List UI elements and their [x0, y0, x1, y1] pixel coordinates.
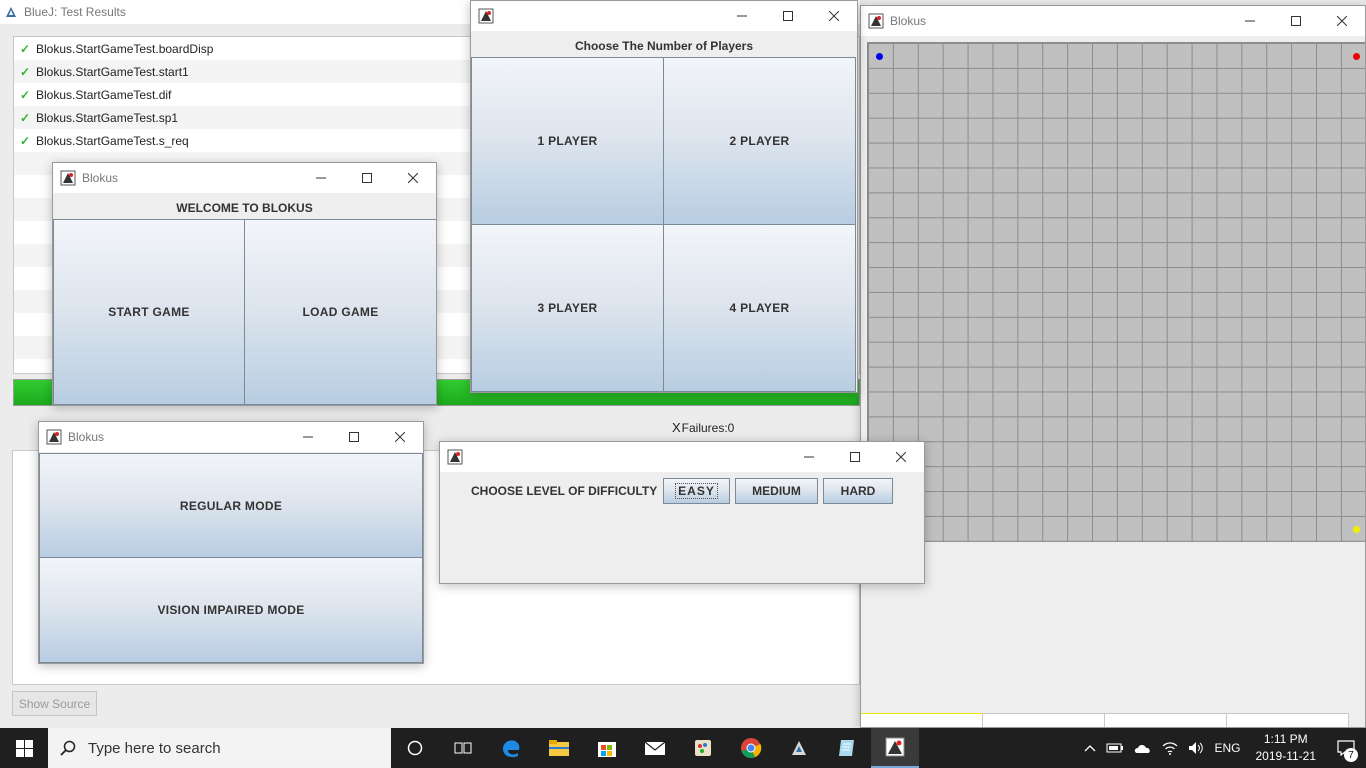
java-app-icon: [447, 449, 463, 465]
pass-check-icon: ✓: [20, 87, 31, 102]
difficulty-window: CHOOSE LEVEL OF DIFFICULTY EASY MEDIUM H…: [439, 441, 925, 584]
paint-icon[interactable]: [679, 728, 727, 768]
four-player-button[interactable]: 4 PLAYER: [663, 224, 856, 392]
pass-check-icon: ✓: [20, 64, 31, 79]
pass-check-icon: ✓: [20, 110, 31, 125]
close-icon[interactable]: [811, 1, 857, 31]
maximize-icon[interactable]: [832, 442, 878, 472]
red-start-corner-icon: [1353, 53, 1360, 60]
language-indicator[interactable]: ENG: [1214, 741, 1240, 755]
java-app-icon: [46, 429, 62, 445]
window-title: Blokus: [68, 430, 105, 444]
maximize-icon[interactable]: [331, 422, 377, 452]
onedrive-icon[interactable]: [1134, 742, 1152, 754]
players-heading: Choose The Number of Players: [574, 39, 754, 53]
minimize-icon[interactable]: [1227, 6, 1273, 36]
medium-button[interactable]: MEDIUM: [735, 478, 818, 504]
welcome-heading: WELCOME TO BLOKUS: [176, 201, 313, 215]
minimize-icon[interactable]: [285, 422, 331, 452]
vision-impaired-mode-button[interactable]: VISION IMPAIRED MODE: [39, 557, 423, 663]
battery-icon[interactable]: [1106, 743, 1124, 753]
blue-start-corner-icon: [876, 53, 883, 60]
notification-badge: 7: [1344, 748, 1358, 762]
failures-count: X Failures:0: [672, 420, 735, 435]
show-source-button[interactable]: Show Source: [12, 691, 97, 716]
minimize-icon[interactable]: [719, 1, 765, 31]
one-player-button[interactable]: 1 PLAYER: [471, 57, 664, 225]
mode-select-window: Blokus REGULAR MODE VISION IMPAIRED MODE: [38, 421, 424, 664]
chrome-icon[interactable]: [727, 728, 775, 768]
windows-start-icon[interactable]: [0, 728, 48, 768]
bluej-window-title: BlueJ: Test Results: [24, 5, 126, 19]
action-center-icon[interactable]: 7: [1326, 728, 1366, 768]
wifi-icon[interactable]: [1162, 741, 1178, 755]
player-panels: [861, 713, 1365, 727]
task-view-icon[interactable]: [439, 728, 487, 768]
player-panel[interactable]: [1227, 713, 1349, 727]
maximize-icon[interactable]: [344, 163, 390, 193]
search-placeholder: Type here to search: [88, 739, 221, 757]
notepad-icon[interactable]: [823, 728, 871, 768]
difficulty-titlebar[interactable]: [440, 442, 924, 472]
chevron-up-icon[interactable]: [1084, 744, 1096, 752]
bluej-app-icon: [4, 5, 18, 19]
clock-date: 2019-11-21: [1255, 749, 1317, 763]
blokus-icon[interactable]: [871, 728, 919, 768]
minimize-icon[interactable]: [298, 163, 344, 193]
difficulty-prompt: CHOOSE LEVEL OF DIFFICULTY: [471, 484, 658, 498]
pass-check-icon: ✓: [20, 41, 31, 56]
window-title: Blokus: [82, 171, 119, 185]
search-icon: [60, 740, 76, 756]
windows-taskbar: Type here to search ENG 1:11 PM 2019-11-…: [0, 728, 1366, 768]
load-game-button[interactable]: LOAD GAME: [244, 219, 436, 405]
blokus-board-window: Blokus: [860, 5, 1366, 728]
java-app-icon: [478, 8, 494, 24]
close-icon[interactable]: [878, 442, 924, 472]
choose-players-window: Choose The Number of Players 1 PLAYER 2 …: [470, 0, 858, 393]
store-icon[interactable]: [583, 728, 631, 768]
three-player-button[interactable]: 3 PLAYER: [471, 224, 664, 392]
player-panel[interactable]: [983, 713, 1105, 727]
system-tray: ENG 1:11 PM 2019-11-21 7: [1079, 728, 1366, 768]
easy-button[interactable]: EASY: [663, 478, 730, 504]
maximize-icon[interactable]: [765, 1, 811, 31]
java-app-icon: [60, 170, 76, 186]
blokus-game-board[interactable]: [867, 42, 1365, 542]
board-titlebar[interactable]: Blokus: [861, 6, 1365, 36]
window-title: Blokus: [890, 14, 927, 28]
file-explorer-icon[interactable]: [535, 728, 583, 768]
players-titlebar[interactable]: [471, 1, 857, 31]
clock[interactable]: 1:11 PM 2019-11-21: [1256, 731, 1317, 765]
taskbar-search-input[interactable]: Type here to search: [48, 728, 391, 768]
two-player-button[interactable]: 2 PLAYER: [663, 57, 856, 225]
volume-icon[interactable]: [1188, 741, 1204, 755]
close-icon[interactable]: [377, 422, 423, 452]
close-icon[interactable]: [390, 163, 436, 193]
mode-titlebar[interactable]: Blokus: [39, 422, 423, 452]
maximize-icon[interactable]: [1273, 6, 1319, 36]
edge-icon[interactable]: [487, 728, 535, 768]
cortana-icon[interactable]: [391, 728, 439, 768]
failure-x-icon: X: [672, 420, 681, 435]
mail-icon[interactable]: [631, 728, 679, 768]
regular-mode-button[interactable]: REGULAR MODE: [39, 453, 423, 558]
java-app-icon: [868, 13, 884, 29]
hard-button[interactable]: HARD: [823, 478, 893, 504]
clock-time: 1:11 PM: [1263, 732, 1308, 746]
player-panel[interactable]: [1105, 713, 1227, 727]
pass-check-icon: ✓: [20, 133, 31, 148]
close-icon[interactable]: [1319, 6, 1365, 36]
player-panel[interactable]: [861, 713, 983, 727]
welcome-window: Blokus WELCOME TO BLOKUS START GAME LOAD…: [52, 162, 437, 406]
welcome-titlebar[interactable]: Blokus: [53, 163, 436, 193]
bluej-icon[interactable]: [775, 728, 823, 768]
minimize-icon[interactable]: [786, 442, 832, 472]
start-game-button[interactable]: START GAME: [53, 219, 245, 405]
yellow-start-corner-icon: [1353, 526, 1360, 533]
